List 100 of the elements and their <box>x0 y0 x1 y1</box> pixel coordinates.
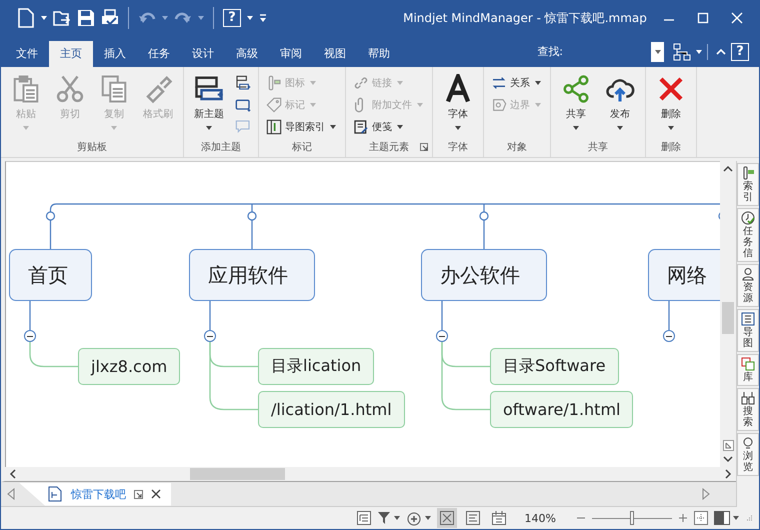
scroll-down-icon[interactable] <box>723 455 733 464</box>
ribbon-tab[interactable]: 主页 <box>49 41 93 67</box>
tab-scroll-right-icon[interactable] <box>702 488 710 500</box>
ribbon-button[interactable]: 删除 <box>650 71 692 137</box>
maximize-icon[interactable] <box>697 12 709 24</box>
caret-icon[interactable] <box>394 516 400 520</box>
customize-toolbar-icon[interactable] <box>259 13 267 23</box>
subtopic[interactable]: oftware/1.html <box>490 391 634 428</box>
scroll-right-icon[interactable] <box>724 469 732 480</box>
ribbon-tab[interactable]: 文件 <box>5 41 49 67</box>
print-preview-icon[interactable] <box>101 9 119 27</box>
layout-panel-icon[interactable] <box>714 511 730 525</box>
outline-panel-icon[interactable] <box>356 511 371 525</box>
map-index-icon <box>266 119 282 135</box>
undo-icon[interactable] <box>138 11 156 25</box>
save-icon[interactable] <box>77 9 95 27</box>
side-panel-label: 浏览 <box>743 451 753 473</box>
scroll-left-icon[interactable] <box>9 469 17 480</box>
ribbon-button[interactable]: 导图索引 <box>263 117 341 137</box>
search-field[interactable] <box>651 42 664 62</box>
fit-map-icon[interactable] <box>694 511 708 525</box>
help-button[interactable]: ? <box>731 42 749 60</box>
group-label: 共享 <box>588 140 608 154</box>
letter-a-icon <box>443 74 473 104</box>
subtopic[interactable]: /lication/1.html <box>258 391 405 428</box>
scroll-thumb[interactable] <box>722 302 734 334</box>
zoom-slider-thumb[interactable] <box>630 511 634 525</box>
collapse-ribbon-icon[interactable] <box>716 48 726 56</box>
side-panel-tab[interactable]: 浏览 <box>737 433 759 476</box>
side-panel-tab[interactable]: 资源 <box>737 264 759 307</box>
restore-icon[interactable] <box>134 490 143 499</box>
redo-icon[interactable] <box>174 11 192 25</box>
ribbon-tab[interactable]: 审阅 <box>269 41 313 67</box>
scroll-up-icon[interactable] <box>723 165 733 173</box>
ribbon-tab[interactable]: 插入 <box>93 41 137 67</box>
side-panel-tab[interactable]: 索引 <box>737 163 759 206</box>
scissors-icon <box>55 74 85 104</box>
ribbon-button[interactable]: 便笺 <box>350 117 428 137</box>
ribbon-button[interactable]: 发布 <box>599 71 641 137</box>
map-view-icon <box>440 511 454 525</box>
main-topic[interactable]: 办公软件 <box>421 249 547 301</box>
group-label: 删除 <box>661 141 681 154</box>
ribbon-button[interactable]: 字体 <box>437 71 479 137</box>
topic-connector <box>29 301 31 330</box>
group-label: 添加主题 <box>201 140 241 154</box>
collapse-toggle[interactable] <box>204 330 216 342</box>
clock-check-icon <box>741 211 755 225</box>
subtopic[interactable]: jlxz8.com <box>78 348 180 385</box>
person-icon <box>741 267 755 281</box>
tab-scroll-left-icon[interactable] <box>7 488 15 500</box>
filter-icon[interactable] <box>376 511 391 525</box>
bulb-icon <box>741 436 755 450</box>
ribbon-tab[interactable]: 任务 <box>137 41 181 67</box>
callout-icon <box>235 119 251 135</box>
side-panel-tab[interactable]: 任务信 <box>737 208 759 262</box>
clipboard-icon <box>11 74 41 104</box>
collapse-toggle[interactable] <box>24 330 36 342</box>
view-button[interactable] <box>436 508 457 528</box>
side-panel-tab[interactable]: 搜索 <box>737 388 759 431</box>
document-tab[interactable]: 惊雷下载吧 <box>19 482 171 506</box>
main-topic[interactable]: 首页 <box>9 249 92 301</box>
side-panel-label: 搜索 <box>743 406 753 428</box>
fit-corner-icon[interactable] <box>722 440 734 452</box>
dialog-launcher-icon[interactable] <box>420 143 428 151</box>
collapse-toggle[interactable] <box>436 330 448 342</box>
ribbon-button[interactable]: 新主题 <box>188 71 230 137</box>
close-icon[interactable] <box>151 489 161 500</box>
caret-icon[interactable] <box>198 16 204 20</box>
side-panel-label: 任务信 <box>743 226 753 259</box>
library-icon <box>741 357 755 371</box>
caret-icon[interactable] <box>424 516 431 520</box>
ribbon-tab[interactable]: 帮助 <box>357 41 401 67</box>
outline-view-icon <box>466 511 480 525</box>
collapse-toggle[interactable] <box>663 330 675 342</box>
main-topic[interactable]: 网络 <box>648 249 720 301</box>
subtopic[interactable]: 目录Software <box>490 348 619 385</box>
resize-grip-icon[interactable] <box>745 514 753 522</box>
side-panel-tab[interactable]: 库 <box>737 354 759 386</box>
ribbon-tab[interactable]: 设计 <box>181 41 225 67</box>
zoom-level: 140% <box>524 512 556 524</box>
ribbon-button[interactable]: 共享 <box>555 71 597 137</box>
map-layout-icon[interactable] <box>673 42 691 60</box>
ribbon-tab[interactable]: 高级 <box>225 41 269 67</box>
marker-icon <box>266 75 282 91</box>
subtopic[interactable]: 目录lication <box>258 348 374 385</box>
group-label: 剪贴板 <box>77 140 107 154</box>
add-circle-icon[interactable] <box>406 510 422 526</box>
ribbon-tab[interactable]: 视图 <box>313 41 357 67</box>
calendar-icon <box>492 511 506 525</box>
ribbon-button[interactable]: 关系 <box>488 73 546 93</box>
main-topic[interactable]: 应用软件 <box>189 249 315 301</box>
new-document-icon[interactable] <box>17 8 35 28</box>
caret-icon[interactable] <box>733 516 739 520</box>
caret-icon[interactable] <box>162 16 168 20</box>
open-folder-icon[interactable] <box>53 9 71 27</box>
help-button[interactable]: ? <box>223 9 241 27</box>
floating-topic-icon <box>235 97 251 113</box>
zoom-in-icon[interactable] <box>678 513 688 523</box>
side-panel-tab[interactable]: 导图 <box>737 309 759 352</box>
scroll-thumb[interactable] <box>190 468 285 480</box>
